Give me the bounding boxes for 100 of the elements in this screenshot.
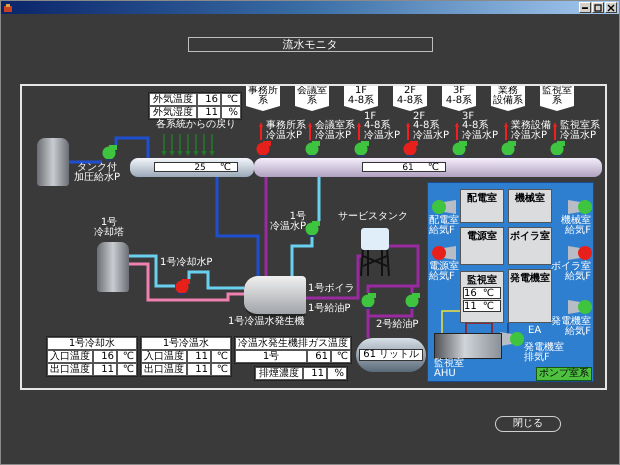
reading-unit: リットル [379,350,419,360]
label: 4-8系 [348,96,374,106]
table-cell: ℃ [331,350,351,363]
maximize-button[interactable] [592,2,604,13]
label: 冷温水P [462,130,498,140]
table-title: 1号冷却水 [47,337,137,350]
label: 1F [364,112,376,121]
table-cell: 16 [93,350,117,363]
label: サービスタンク [338,212,408,222]
label: タンク付 [77,163,118,173]
reading-unit: ℃ [482,288,494,298]
label: 1号 [290,212,306,222]
label: 給気F [565,226,591,236]
table-cell: ℃ [117,350,137,363]
table-cell: 出口温度 [141,363,187,376]
screen-title: 流水モニタ [188,37,432,52]
room-name: 機械室 [515,193,545,204]
label: 冷温水P [413,130,450,140]
label: 2F [413,112,426,121]
table-cell: % [327,367,347,380]
generator-drawing [244,276,306,317]
label: 冷却塔 [94,228,124,238]
label: 給気F [429,272,455,282]
arrow-icon [210,134,214,156]
table-cell: ℃ [117,363,137,376]
arrow-icon [178,134,182,156]
label: 発電機室 [551,317,591,327]
arrow-icon [308,122,312,140]
arrow-icon [194,134,198,156]
label: 電源室 [429,262,459,272]
arrow-icon [202,134,206,156]
label: 冷温水P [364,130,400,140]
arrow-icon [357,122,361,140]
ahu-drawing [434,333,502,359]
tank-drawing [37,138,69,186]
arrow-icon [162,134,166,156]
reading-value: 61 [363,350,376,360]
label: 4-8系 [364,121,390,130]
table-cell: 外気湿度 [149,106,197,119]
minimize-icon [582,6,588,8]
minimize-button[interactable] [579,2,591,13]
label: 配電室 [429,216,459,226]
table-cell: ℃ [221,93,241,106]
table-cell: % [221,106,241,119]
label: 1号 [100,218,118,228]
label: 監視室系 [560,121,600,130]
table-cell: 11 [93,363,117,376]
close-button[interactable]: 閉じる [495,416,561,432]
label: 2号給油P [376,320,418,330]
label: 給気F [565,327,591,337]
label: 1号冷温水発生機 [228,317,304,327]
maximize-icon [594,4,602,12]
label: 1号冷却水P [160,258,212,268]
close-button[interactable] [605,2,617,13]
label: 4-8系 [396,96,424,106]
label: 冷温水P [315,130,352,140]
table-cell: 16 [197,93,221,106]
reading-value: 61 [402,163,414,171]
table-cell: 排煙濃度 [255,367,303,380]
label: 会議室系 [315,121,355,130]
reading-unit: ℃ [428,163,439,171]
label: 設備系 [493,96,523,106]
reading-unit: ℃ [220,163,231,171]
pipe-line [114,136,150,158]
tank-drawing [360,226,390,278]
table-cell: 出口温度 [47,363,93,376]
table-cell: 11 [303,367,327,380]
label: 機械室 [561,216,591,226]
reading-unit: ℃ [482,301,494,311]
label: 監視室 [434,359,464,369]
reading-value: 16 [464,288,477,298]
label: AHU [434,369,456,379]
label: 3F [462,112,474,121]
label: EA [528,326,542,336]
label: 系 [307,96,317,106]
room-name: 発電機室 [510,273,550,284]
label: 事務所系 [266,121,306,130]
label: 冷温水P [560,130,596,140]
label: 系 [552,96,562,106]
label: 排気F [524,353,550,363]
room-name: 電源室 [467,231,497,242]
table-cell: ℃ [211,363,231,376]
close-icon [607,4,615,12]
label: 発電機室 [524,343,564,353]
arrow-icon [406,122,410,140]
label: ボイラ室 [551,262,591,272]
label: 2F [404,86,416,96]
arrow-icon [504,122,508,140]
label: 4-8系 [462,121,488,130]
pipe-line [69,160,102,164]
label: 1F [354,86,368,96]
label: 4-8系 [446,96,472,106]
label: 冷温水P [511,130,548,140]
table-cell: ℃ [211,350,231,363]
label: 4-8系 [413,121,440,130]
reading-value: 25 [194,163,206,171]
label: 1号給油P [308,304,350,314]
table-cell: 11 [187,363,211,376]
pipe-line [318,177,320,221]
label: 給気F [565,272,591,282]
